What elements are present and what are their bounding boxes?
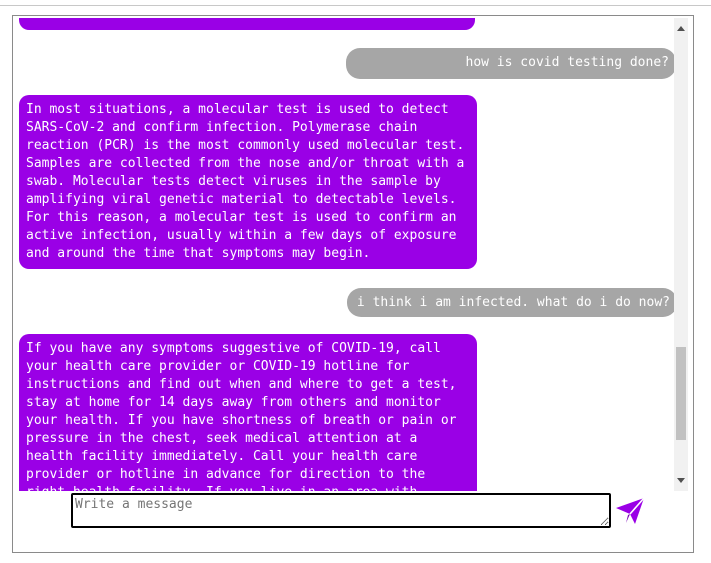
paper-plane-send-icon: [616, 497, 645, 524]
scroll-down-arrow-icon[interactable]: [677, 478, 685, 483]
bot-message: [19, 18, 475, 30]
top-divider: [0, 5, 711, 6]
chat-window: how is covid testing done? In most situa…: [12, 15, 694, 553]
send-button[interactable]: [614, 496, 648, 526]
scroll-up-arrow-icon[interactable]: [677, 26, 685, 31]
bot-message: In most situations, a molecular test is …: [19, 95, 477, 269]
bot-message: If you have any symptoms suggestive of C…: [19, 334, 477, 491]
user-message: i think i am infected. what do i do now?: [347, 288, 674, 317]
message-log[interactable]: how is covid testing done? In most situa…: [19, 18, 674, 491]
user-message: how is covid testing done?: [346, 48, 674, 79]
message-log-scrollbar[interactable]: [674, 18, 688, 491]
composer: [71, 493, 611, 528]
scrollbar-thumb[interactable]: [676, 347, 686, 440]
message-input[interactable]: [71, 493, 611, 528]
